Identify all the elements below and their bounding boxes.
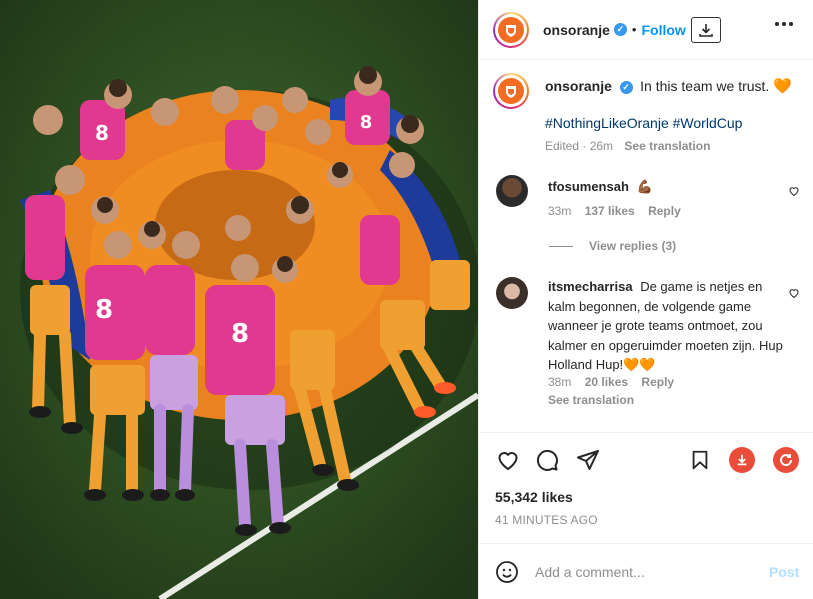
post-comment-button[interactable]: Post <box>769 564 799 580</box>
download-circle-icon[interactable] <box>729 447 755 473</box>
more-options-icon[interactable] <box>775 22 793 26</box>
follow-button[interactable]: Follow <box>641 22 685 38</box>
post-panel: onsoranje ✓ • Follow onsoranje ✓ In this… <box>478 0 813 599</box>
emoji-icon[interactable] <box>495 560 519 587</box>
divider <box>549 245 573 247</box>
avatar[interactable] <box>493 11 529 48</box>
comment-icon[interactable] <box>534 447 560 473</box>
svg-text:8: 8 <box>95 121 109 145</box>
reply-button[interactable]: Reply <box>641 375 674 389</box>
comment-text: 💪🏾 <box>636 179 653 194</box>
caption-meta: Edited · 26m See translation <box>545 139 710 153</box>
download-icon <box>699 24 713 37</box>
dot-separator: • <box>631 22 637 37</box>
heart-icon[interactable] <box>495 447 521 473</box>
post-photo[interactable]: 8 8 8 8 <box>0 0 478 599</box>
comment-username[interactable]: tfosumensah <box>548 179 629 194</box>
edited-time: Edited · 26m <box>545 139 614 153</box>
heart-icon[interactable] <box>788 185 800 200</box>
comment-time: 33m <box>548 204 572 218</box>
knvb-crest-icon <box>498 78 524 104</box>
caption-username[interactable]: onsoranje <box>545 78 612 94</box>
verified-icon: ✓ <box>613 23 627 36</box>
comment-likes[interactable]: 137 likes <box>585 204 635 218</box>
svg-text:8: 8 <box>360 112 373 133</box>
see-translation-link[interactable]: See translation <box>624 139 710 153</box>
view-replies-button[interactable]: View replies (3) <box>549 239 676 253</box>
comment-username[interactable]: itsmecharrisa <box>548 279 633 294</box>
caption-avatar[interactable] <box>493 73 529 109</box>
svg-text:8: 8 <box>231 319 249 349</box>
post-header: onsoranje ✓ • Follow <box>479 0 813 60</box>
reply-button[interactable]: Reply <box>648 204 681 218</box>
download-button[interactable] <box>691 17 721 43</box>
header-username[interactable]: onsoranje <box>543 22 610 38</box>
comment-composer: Post <box>479 543 813 599</box>
commenter-avatar[interactable] <box>496 175 528 207</box>
share-icon[interactable] <box>575 447 601 473</box>
refresh-icon[interactable] <box>773 447 799 473</box>
see-translation-link[interactable]: See translation <box>548 393 634 407</box>
caption-text: In this team we trust. <box>640 78 770 94</box>
comments-section: onsoranje ✓ In this team we trust. 🧡 #No… <box>479 61 813 433</box>
orange-heart-emoji: 🧡 <box>772 78 792 95</box>
commenter-avatar[interactable] <box>496 277 528 309</box>
view-replies-label: View replies (3) <box>589 239 677 253</box>
action-bar <box>479 434 813 490</box>
comment-input[interactable] <box>535 560 755 584</box>
verified-icon: ✓ <box>619 81 633 95</box>
caption-hashtags[interactable]: #NothingLikeOranje #WorldCup <box>545 115 742 131</box>
knvb-crest-icon <box>498 16 524 43</box>
comment-meta: 33m 137 likes Reply <box>548 204 681 218</box>
comment-meta: 38m 20 likes Reply <box>548 375 674 389</box>
svg-text:8: 8 <box>95 295 113 325</box>
post-timestamp: 41 MINUTES AGO <box>495 513 598 527</box>
likes-count[interactable]: 55,342 likes <box>495 489 573 505</box>
comment-time: 38m <box>548 375 572 389</box>
heart-icon[interactable] <box>788 287 800 302</box>
bookmark-icon[interactable] <box>687 447 713 473</box>
comment-likes[interactable]: 20 likes <box>585 375 628 389</box>
